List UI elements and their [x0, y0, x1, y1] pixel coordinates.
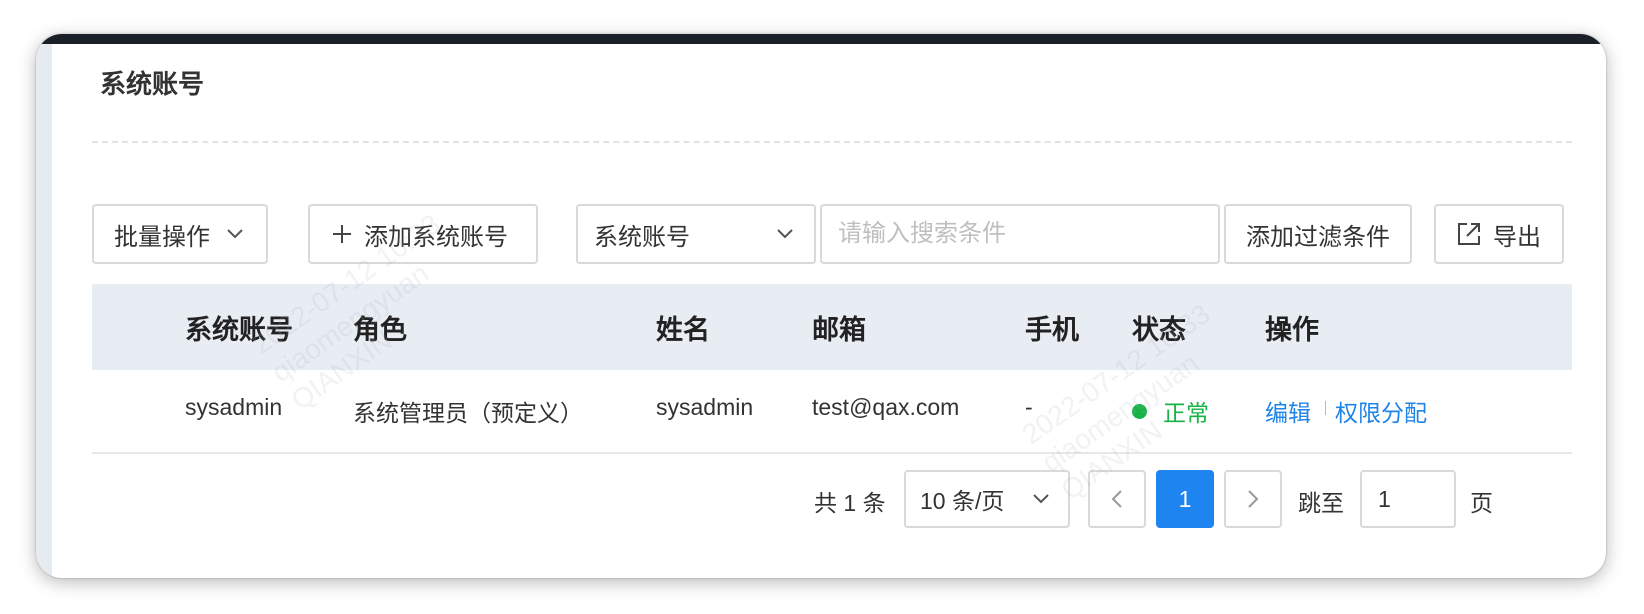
left-sidebar-strip: [36, 44, 52, 578]
add-filter-label: 添加过滤条件: [1246, 223, 1390, 251]
chevron-right-icon: [1247, 489, 1259, 509]
status-dot-icon: [1132, 403, 1147, 419]
cell-role: 系统管理员（预定义）: [353, 400, 583, 426]
assign-permissions-link[interactable]: 权限分配: [1335, 394, 1427, 428]
batch-operations-label: 批量操作: [114, 223, 210, 251]
edit-link[interactable]: 编辑: [1265, 394, 1311, 428]
column-header-role: 角色: [353, 315, 407, 345]
add-system-account-button[interactable]: 添加系统账号: [308, 204, 538, 264]
column-header-status: 状态: [1132, 315, 1186, 345]
search-field-value: 系统账号: [594, 223, 690, 251]
page-size-select[interactable]: 10 条/页: [904, 470, 1070, 528]
page-button-current[interactable]: 1: [1156, 470, 1214, 528]
prev-page-button[interactable]: [1088, 470, 1146, 528]
app-window: 系统账号 批量操作 添加系统账号 系统账号 添加过滤条件: [36, 34, 1606, 578]
jump-page-input[interactable]: 1: [1360, 470, 1456, 528]
column-header-phone: 手机: [1025, 315, 1079, 345]
total-count: 共 1 条: [814, 490, 886, 516]
column-header-actions: 操作: [1265, 315, 1319, 345]
next-page-button[interactable]: [1224, 470, 1282, 528]
search-input[interactable]: [838, 220, 1218, 248]
search-field-select[interactable]: 系统账号: [576, 204, 816, 264]
jump-to-label: 跳至: [1298, 490, 1344, 516]
add-filter-button[interactable]: 添加过滤条件: [1224, 204, 1412, 264]
table-row: sysadmin 系统管理员（预定义） sysadmin test@qax.co…: [92, 370, 1572, 454]
batch-operations-dropdown[interactable]: 批量操作: [92, 204, 268, 264]
cell-account: sysadmin: [185, 394, 283, 420]
external-link-icon: [1457, 222, 1481, 246]
action-divider: [1325, 401, 1326, 415]
status-text: 正常: [1163, 400, 1209, 426]
cell-email: test@qax.com: [812, 394, 960, 420]
cell-name: sysadmin: [656, 394, 754, 420]
window-top-bar: [36, 34, 1606, 44]
plus-icon: [332, 224, 352, 244]
page-title: 系统账号: [100, 69, 205, 99]
export-label: 导出: [1493, 223, 1541, 251]
chevron-down-icon: [776, 228, 794, 240]
page-size-value: 10 条/页: [920, 488, 1005, 514]
title-divider: [92, 141, 1572, 143]
search-input-wrapper: [820, 204, 1220, 264]
page-suffix-label: 页: [1470, 490, 1493, 516]
chevron-down-icon: [226, 228, 244, 240]
column-header-name: 姓名: [656, 315, 710, 345]
column-header-account: 系统账号: [185, 315, 293, 345]
chevron-left-icon: [1111, 489, 1123, 509]
add-system-account-label: 添加系统账号: [364, 223, 508, 251]
table-header: 系统账号 角色 姓名 邮箱 手机 状态 操作: [92, 284, 1572, 370]
column-header-email: 邮箱: [812, 315, 866, 345]
export-button[interactable]: 导出: [1434, 204, 1564, 264]
cell-phone: -: [1025, 394, 1033, 420]
status-badge: 正常: [1132, 394, 1209, 428]
chevron-down-icon: [1032, 493, 1050, 505]
